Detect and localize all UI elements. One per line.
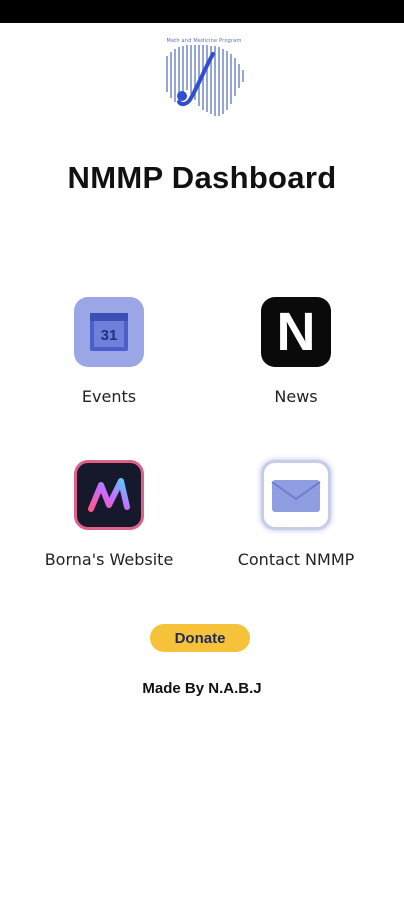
footer-credit: Made By N.A.B.J bbox=[142, 680, 262, 697]
brain-logo-icon bbox=[166, 45, 244, 116]
contact-nmmp-tile[interactable]: Contact NMMP bbox=[226, 460, 366, 569]
logo-caption: Math and Medicine Program bbox=[166, 38, 242, 44]
events-tile[interactable]: 31 Events bbox=[59, 297, 159, 406]
news-tile[interactable]: N News bbox=[246, 297, 346, 406]
page-title: NMMP Dashboard bbox=[67, 160, 337, 195]
borna-website-tile[interactable]: Borna's Website bbox=[39, 460, 179, 569]
news-icon: N bbox=[261, 297, 331, 367]
calendar-icon: 31 bbox=[74, 297, 144, 367]
mail-icon bbox=[261, 460, 331, 530]
news-icon-letter: N bbox=[276, 302, 316, 362]
nmmp-logo: Math and Medicine Program bbox=[155, 34, 253, 120]
donate-button[interactable]: Donate bbox=[150, 624, 250, 652]
events-label: Events bbox=[81, 387, 137, 406]
contact-nmmp-label: Contact NMMP bbox=[237, 550, 355, 569]
news-label: News bbox=[274, 387, 318, 406]
borna-website-label: Borna's Website bbox=[44, 550, 174, 569]
website-logo-icon bbox=[74, 460, 144, 530]
calendar-day-text: 31 bbox=[101, 327, 118, 344]
status-bar bbox=[0, 0, 404, 23]
